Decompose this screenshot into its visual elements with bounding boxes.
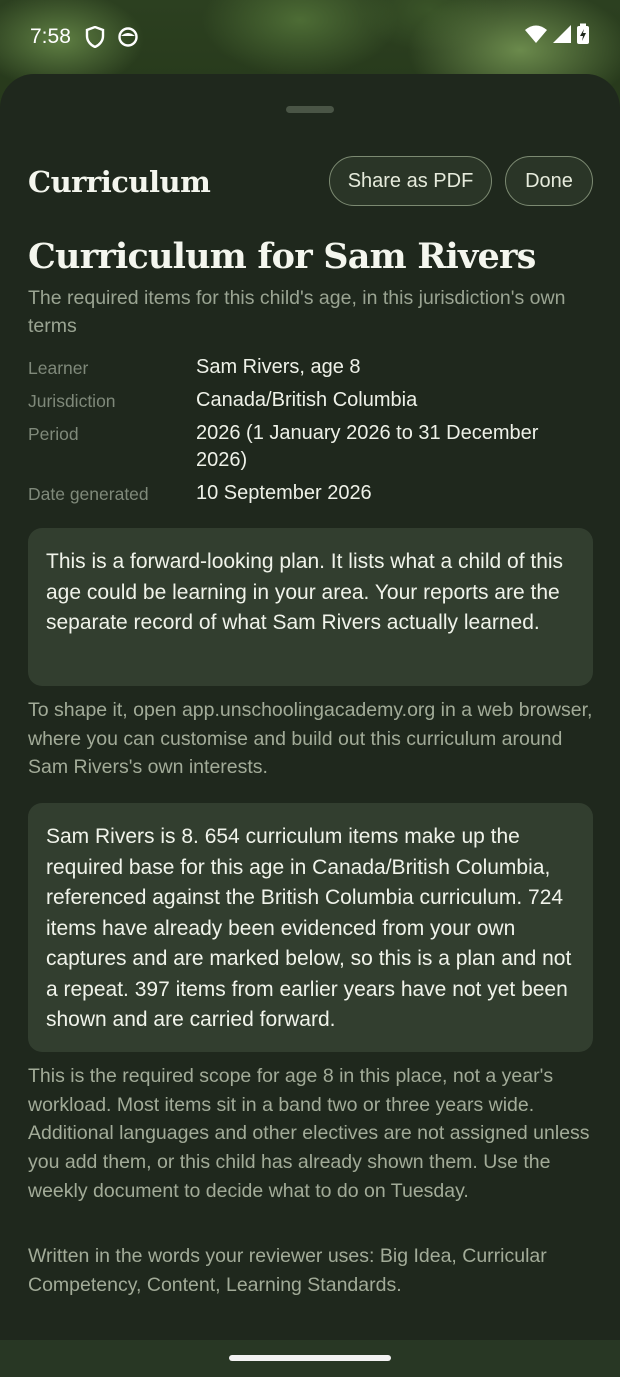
meta-value: Sam Rivers, age 8 [196, 356, 361, 378]
meta-label: Jurisdiction [28, 391, 116, 411]
done-button[interactable]: Done [505, 156, 593, 206]
header-title: Curriculum [28, 165, 211, 199]
sheet-header: Curriculum Share as PDF Done [28, 156, 593, 208]
face-icon [117, 26, 139, 48]
shield-icon [85, 26, 105, 48]
notice-card: This is a forward-looking plan. It lists… [28, 528, 593, 686]
meta-label: Date generated [28, 484, 149, 504]
meta-value: 2026 (1 January 2026 to 31 December 2026… [196, 422, 539, 471]
meta-value: Canada/British Columbia [196, 389, 418, 411]
drag-handle[interactable] [286, 106, 334, 113]
status-bar: 7:58 [0, 0, 620, 74]
battery-charging-icon [576, 23, 590, 51]
signal-icon [552, 24, 572, 50]
meta-row-period: Period 2026 (1 January 2026 to 31 Decemb… [28, 420, 593, 474]
meta-table: Learner Sam Rivers, age 8 Jurisdiction C… [28, 354, 593, 513]
shape-instructions-text: To shape it, open app.unschoolingacademy… [28, 699, 593, 779]
terms-text: Written in the words your reviewer uses:… [28, 1245, 547, 1296]
share-pdf-button[interactable]: Share as PDF [329, 156, 492, 206]
meta-row-learner: Learner Sam Rivers, age 8 [28, 354, 593, 381]
gesture-handle[interactable] [229, 1355, 391, 1361]
page-subtitle: The required items for this child's age,… [28, 287, 566, 337]
meta-value: 10 September 2026 [196, 482, 372, 504]
meta-row-date-generated: Date generated 10 September 2026 [28, 480, 593, 507]
summary-card: Sam Rivers is 8. 654 curriculum items ma… [28, 803, 593, 1052]
wifi-icon [524, 24, 548, 50]
status-time: 7:58 [30, 25, 71, 48]
bottom-sheet: Curriculum Share as PDF Done Curriculum … [0, 74, 620, 1340]
meta-label: Learner [28, 358, 89, 378]
navigation-bar [0, 1340, 620, 1377]
meta-row-jurisdiction: Jurisdiction Canada/British Columbia [28, 387, 593, 414]
page-title: Curriculum for Sam Rivers [28, 236, 536, 277]
meta-label: Period [28, 424, 79, 444]
scope-text: This is the required scope for age 8 in … [28, 1065, 590, 1202]
